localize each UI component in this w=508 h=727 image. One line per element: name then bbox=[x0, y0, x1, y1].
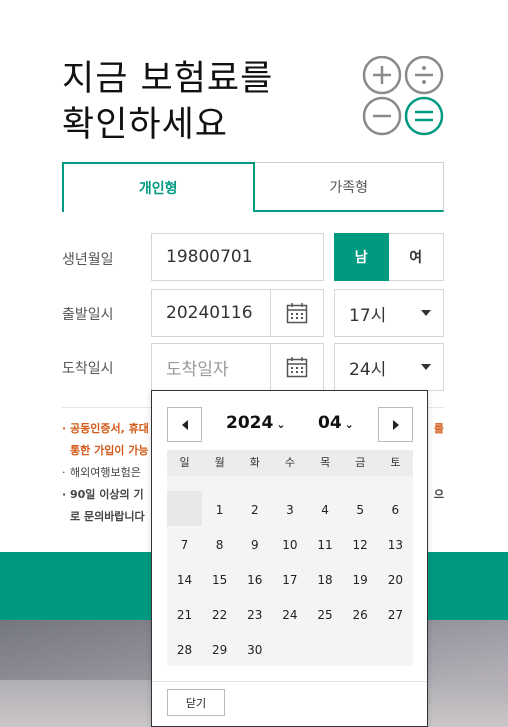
arrival-hour-select[interactable]: 24시 bbox=[334, 343, 444, 391]
gender-toggle: 남 여 bbox=[334, 233, 444, 281]
datepicker-next-button[interactable] bbox=[378, 407, 413, 442]
datepicker-close-button[interactable]: 닫기 bbox=[167, 689, 225, 716]
datepicker-day[interactable]: 21 bbox=[167, 598, 202, 633]
weekday-label: 월 bbox=[214, 456, 225, 469]
datepicker-empty-cell bbox=[167, 491, 202, 526]
datepicker-day[interactable]: 22 bbox=[202, 598, 237, 633]
page-title-line2: 확인하세요 bbox=[62, 105, 229, 145]
datepicker-footer-divider bbox=[152, 681, 427, 682]
datepicker-day[interactable]: 7 bbox=[167, 528, 202, 563]
datepicker-day[interactable]: 23 bbox=[237, 598, 272, 633]
datepicker-day[interactable]: 24 bbox=[272, 598, 307, 633]
weekday-label: 금 bbox=[355, 456, 366, 469]
arrival-date-input[interactable]: 도착일자 bbox=[151, 343, 271, 391]
departure-hour-value: 17시 bbox=[349, 305, 387, 326]
tab-individual[interactable]: 개인형 bbox=[62, 162, 255, 212]
weekday-label: 토 bbox=[390, 456, 401, 469]
datepicker-day[interactable]: 25 bbox=[308, 598, 343, 633]
weekday-label: 화 bbox=[249, 456, 260, 469]
datepicker-day[interactable]: 26 bbox=[343, 598, 378, 633]
datepicker-day[interactable]: 1 bbox=[202, 493, 237, 528]
datepicker-day[interactable]: 30 bbox=[237, 633, 272, 668]
departure-date-input[interactable]: 20240116 bbox=[151, 289, 271, 337]
datepicker-day[interactable]: 2 bbox=[237, 493, 272, 528]
calculator-icon bbox=[361, 55, 447, 136]
birth-label: 생년월일 bbox=[62, 252, 114, 268]
birth-input[interactable]: 19800701 bbox=[151, 233, 324, 281]
datepicker-day[interactable]: 19 bbox=[343, 563, 378, 598]
datepicker-month-value: 04 bbox=[318, 413, 342, 433]
calendar-icon bbox=[286, 303, 308, 324]
chevron-left-icon bbox=[181, 419, 188, 430]
datepicker-day[interactable]: 14 bbox=[167, 563, 202, 598]
datepicker-day[interactable]: 17 bbox=[272, 563, 307, 598]
departure-calendar-button[interactable] bbox=[271, 289, 324, 337]
datepicker-day[interactable]: 15 bbox=[202, 563, 237, 598]
datepicker-year-select[interactable]: 2024 ⌄ bbox=[226, 413, 286, 433]
weekday-label: 일 bbox=[179, 456, 190, 469]
datepicker-day[interactable]: 5 bbox=[343, 493, 378, 528]
page-title: 지금 보험료를 확인하세요 bbox=[62, 56, 273, 148]
chevron-right-icon bbox=[392, 419, 399, 430]
datepicker-day[interactable]: 12 bbox=[343, 528, 378, 563]
page-title-line1: 지금 보험료를 bbox=[62, 59, 274, 99]
datepicker-day[interactable]: 9 bbox=[237, 528, 272, 563]
departure-label: 출발일시 bbox=[62, 307, 114, 323]
datepicker-prev-button[interactable] bbox=[167, 407, 202, 442]
chevron-down-icon: ⌄ bbox=[344, 418, 354, 431]
datepicker-day[interactable]: 3 bbox=[272, 493, 307, 528]
datepicker-day[interactable]: 20 bbox=[378, 563, 413, 598]
datepicker-weekday-header: 일월화수목금토 bbox=[167, 450, 413, 476]
chevron-down-icon: ⌄ bbox=[276, 418, 286, 431]
datepicker-day[interactable]: 28 bbox=[167, 633, 202, 668]
plan-tabs: 개인형 가족형 bbox=[62, 162, 444, 212]
datepicker-day[interactable]: 18 bbox=[308, 563, 343, 598]
tab-family[interactable]: 가족형 bbox=[254, 162, 444, 212]
datepicker-month-select[interactable]: 04 ⌄ bbox=[318, 413, 354, 433]
datepicker-day[interactable]: 10 bbox=[272, 528, 307, 563]
weekday-label: 목 bbox=[320, 456, 331, 469]
arrival-label: 도착일시 bbox=[62, 361, 114, 377]
datepicker-day[interactable]: 6 bbox=[378, 493, 413, 528]
calendar-icon bbox=[286, 357, 308, 378]
datepicker-day[interactable]: 16 bbox=[237, 563, 272, 598]
dropdown-caret-icon bbox=[421, 310, 431, 316]
weekday-label: 수 bbox=[284, 456, 296, 469]
datepicker-day[interactable]: 8 bbox=[202, 528, 237, 563]
arrival-hour-value: 24시 bbox=[349, 359, 387, 380]
gender-female-button[interactable]: 여 bbox=[388, 233, 444, 281]
datepicker-day[interactable]: 4 bbox=[308, 493, 343, 528]
datepicker-popup: 2024 ⌄ 04 ⌄ 일월화수목금토 1 2 3 4 5 6 7 8 9 10 11 12 13 14 15 1… bbox=[151, 390, 428, 727]
datepicker-year-value: 2024 bbox=[226, 413, 274, 433]
arrival-calendar-button[interactable] bbox=[271, 343, 324, 391]
datepicker-day[interactable]: 11 bbox=[308, 528, 343, 563]
gender-male-button[interactable]: 남 bbox=[334, 233, 389, 281]
departure-hour-select[interactable]: 17시 bbox=[334, 289, 444, 337]
dropdown-caret-icon bbox=[421, 364, 431, 370]
datepicker-day[interactable]: 29 bbox=[202, 633, 237, 668]
datepicker-day[interactable]: 13 bbox=[378, 528, 413, 563]
datepicker-day[interactable]: 27 bbox=[378, 598, 413, 633]
